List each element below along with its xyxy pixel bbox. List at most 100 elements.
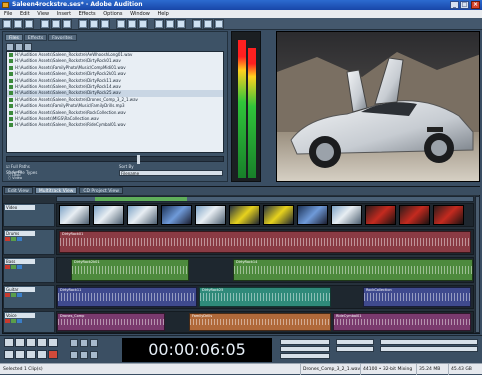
solo-button[interactable]	[11, 319, 16, 323]
track-lane-drums[interactable]: DirtyRock01	[56, 229, 474, 255]
import-icon[interactable]	[6, 43, 14, 51]
tab-effects[interactable]: Effects	[23, 34, 48, 41]
solo-button[interactable]	[11, 293, 16, 297]
loop-play-button[interactable]	[48, 338, 58, 347]
track-header-voice[interactable]: Voice	[3, 311, 55, 333]
audio-clip[interactable]: DirtyRock14	[233, 259, 473, 281]
mute-button[interactable]	[17, 319, 22, 323]
mute-button[interactable]	[17, 237, 22, 241]
solo-button[interactable]	[11, 237, 16, 241]
new-icon[interactable]	[2, 19, 12, 29]
record-button[interactable]	[48, 350, 58, 359]
zoom-out-icon[interactable]	[80, 339, 88, 347]
track-header-drums[interactable]: Drums	[3, 229, 55, 255]
go-to-end-button[interactable]	[37, 350, 47, 359]
menu-options[interactable]: Options	[103, 11, 122, 17]
video-icon[interactable]	[214, 19, 224, 29]
track-lane-video[interactable]	[56, 203, 474, 227]
audio-clip[interactable]: DirtyRock11	[57, 287, 197, 307]
audio-clip[interactable]: FamilyDrills	[189, 313, 331, 331]
metronome-field[interactable]	[336, 339, 374, 345]
radio-video[interactable]: ○ Video	[8, 176, 22, 180]
play-button[interactable]	[15, 338, 25, 347]
track-lane-guitar[interactable]: DirtyRock11 DirtyRock25 RockCollection	[56, 285, 474, 309]
menu-window[interactable]: Window	[130, 11, 150, 17]
track-name[interactable]: Drums	[5, 231, 35, 236]
zoom-full-icon[interactable]	[90, 339, 98, 347]
selection-begin-end-field[interactable]	[380, 339, 478, 345]
tab-edit-view[interactable]: Edit View	[4, 187, 33, 194]
tab-multitrack-view[interactable]: Multitrack View	[34, 187, 78, 194]
tab-files[interactable]: Files	[5, 34, 23, 41]
track-lane-voice[interactable]: Drones_Comp FamilyDrills RideCymbal01	[56, 311, 474, 333]
move-tool-icon[interactable]	[127, 19, 137, 29]
menu-help[interactable]: Help	[157, 11, 168, 17]
audio-clip[interactable]: Drones_Comp	[57, 313, 165, 331]
sort-by-select[interactable]: Filename	[119, 170, 223, 176]
edit-file-icon[interactable]	[24, 43, 32, 51]
track-name[interactable]: Voice	[5, 313, 35, 318]
menu-insert[interactable]: Insert	[57, 11, 71, 17]
mute-button[interactable]	[17, 293, 22, 297]
record-arm-button[interactable]	[5, 293, 10, 297]
tempo-field[interactable]	[280, 339, 330, 345]
track-name[interactable]: Bass	[5, 259, 35, 264]
open-icon[interactable]	[13, 19, 23, 29]
play-to-end-button[interactable]	[37, 338, 47, 347]
audio-clip[interactable]: DirtyRock01	[59, 231, 471, 253]
mixer-icon[interactable]	[192, 19, 202, 29]
track-name[interactable]: Guitar	[5, 287, 35, 292]
stop-button[interactable]	[4, 338, 14, 347]
audio-clip[interactable]: DirtyRock2k01	[71, 259, 189, 281]
track-header-bass[interactable]: Bass	[3, 257, 55, 283]
timeline-ruler[interactable]	[56, 196, 474, 202]
metronome-icon[interactable]	[176, 19, 186, 29]
rewind-button[interactable]	[15, 350, 25, 359]
maximize-button[interactable]: □	[460, 1, 469, 9]
record-arm-button[interactable]	[5, 237, 10, 241]
minimize-button[interactable]: _	[450, 1, 459, 9]
snap-icon[interactable]	[154, 19, 164, 29]
menu-view[interactable]: View	[37, 11, 49, 17]
cut-icon[interactable]	[78, 19, 88, 29]
close-button[interactable]: ×	[471, 1, 480, 9]
loop-icon[interactable]	[165, 19, 175, 29]
paste-icon[interactable]	[100, 19, 110, 29]
menu-file[interactable]: File	[4, 11, 12, 17]
cd-view-icon[interactable]	[62, 19, 72, 29]
track-header-guitar[interactable]: Guitar	[3, 285, 55, 309]
view-begin-end-field[interactable]	[380, 346, 478, 352]
menu-effects[interactable]: Effects	[79, 11, 96, 17]
go-to-start-button[interactable]	[4, 350, 14, 359]
save-icon[interactable]	[24, 19, 34, 29]
key-field[interactable]	[280, 353, 330, 359]
zoom-selection-icon[interactable]	[90, 351, 98, 359]
multitrack-view-icon[interactable]	[51, 19, 61, 29]
audio-clip[interactable]: RideCymbal01	[333, 313, 471, 331]
copy-icon[interactable]	[89, 19, 99, 29]
record-arm-button[interactable]	[5, 265, 10, 269]
time-selection-icon[interactable]	[138, 19, 148, 29]
record-arm-button[interactable]	[5, 319, 10, 323]
vertical-scrollbar[interactable]	[475, 196, 480, 333]
audio-clip[interactable]: RockCollection	[363, 287, 471, 307]
close-file-icon[interactable]	[15, 43, 23, 51]
selection-range[interactable]	[95, 197, 187, 201]
zoom-in-icon[interactable]	[70, 339, 78, 347]
preview-volume-slider[interactable]	[6, 155, 224, 164]
fast-forward-button[interactable]	[26, 350, 36, 359]
hybrid-tool-icon[interactable]	[116, 19, 126, 29]
advanced-field[interactable]	[336, 346, 374, 352]
pause-button[interactable]	[26, 338, 36, 347]
audio-clip[interactable]: DirtyRock25	[199, 287, 331, 307]
zoom-right-icon[interactable]	[80, 351, 88, 359]
tab-favorites[interactable]: Favorites	[48, 34, 77, 41]
time-signature-field[interactable]	[280, 346, 330, 352]
track-lane-bass[interactable]: DirtyRock2k01 DirtyRock14	[56, 257, 474, 283]
edit-view-icon[interactable]	[40, 19, 50, 29]
mute-button[interactable]	[17, 265, 22, 269]
list-item[interactable]: H:\Audition Assets\Saleen_Rockstre\RideC…	[7, 122, 223, 128]
zoom-left-icon[interactable]	[70, 351, 78, 359]
menu-edit[interactable]: Edit	[20, 11, 30, 17]
track-name[interactable]: Video	[5, 205, 35, 210]
